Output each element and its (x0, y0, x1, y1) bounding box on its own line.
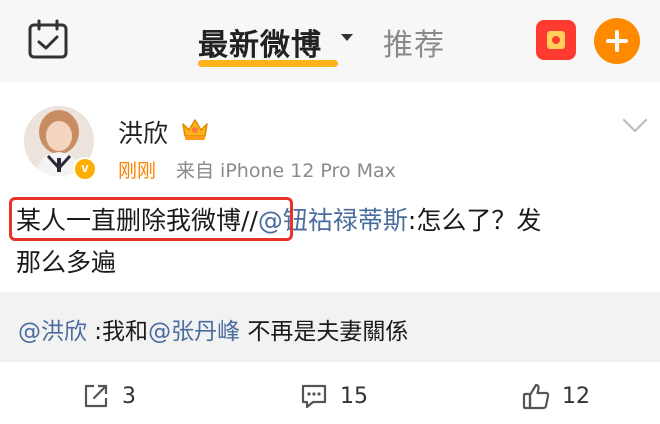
share-count: 3 (122, 383, 136, 409)
post-source: 来自 iPhone 12 Pro Max (176, 160, 396, 182)
repost-text-part1: :我和 (87, 319, 149, 345)
comment-icon (301, 384, 327, 409)
caret-down-icon[interactable] (341, 34, 353, 41)
repost-mention-target[interactable]: @张丹峰 (148, 319, 240, 345)
tab-recommend[interactable]: 推荐 (383, 20, 445, 64)
verified-badge: v (73, 157, 97, 181)
user-name[interactable]: 洪欣 (118, 114, 168, 150)
comment-count: 15 (340, 383, 368, 409)
highlight-annotation-box (9, 197, 293, 241)
post-body-text-line2: 那么多遍 (16, 248, 117, 277)
plus-icon[interactable] (594, 18, 640, 64)
repost-mention-author[interactable]: @洪欣 (18, 319, 87, 345)
post-time: 刚刚 (118, 160, 157, 182)
post-body-text: :怎么了？发 (407, 206, 542, 235)
tab-latest[interactable]: 最新微博 (198, 20, 322, 64)
like-count: 12 (562, 383, 590, 409)
like-button[interactable]: 12 (520, 376, 590, 416)
calendar-icon[interactable] (26, 18, 70, 62)
crown-icon[interactable] (180, 114, 210, 142)
repost-text-part2: 不再是夫妻關係 (240, 319, 409, 345)
comment-button[interactable]: 15 (298, 376, 368, 416)
thumbs-up-icon (522, 383, 550, 410)
share-icon (84, 384, 108, 408)
repost-text: @洪欣 :我和@张丹峰 不再是夫妻關係 (18, 312, 408, 346)
red-packet-icon[interactable] (536, 20, 576, 60)
share-button[interactable]: 3 (80, 376, 136, 416)
chevron-down-icon[interactable] (622, 118, 648, 134)
